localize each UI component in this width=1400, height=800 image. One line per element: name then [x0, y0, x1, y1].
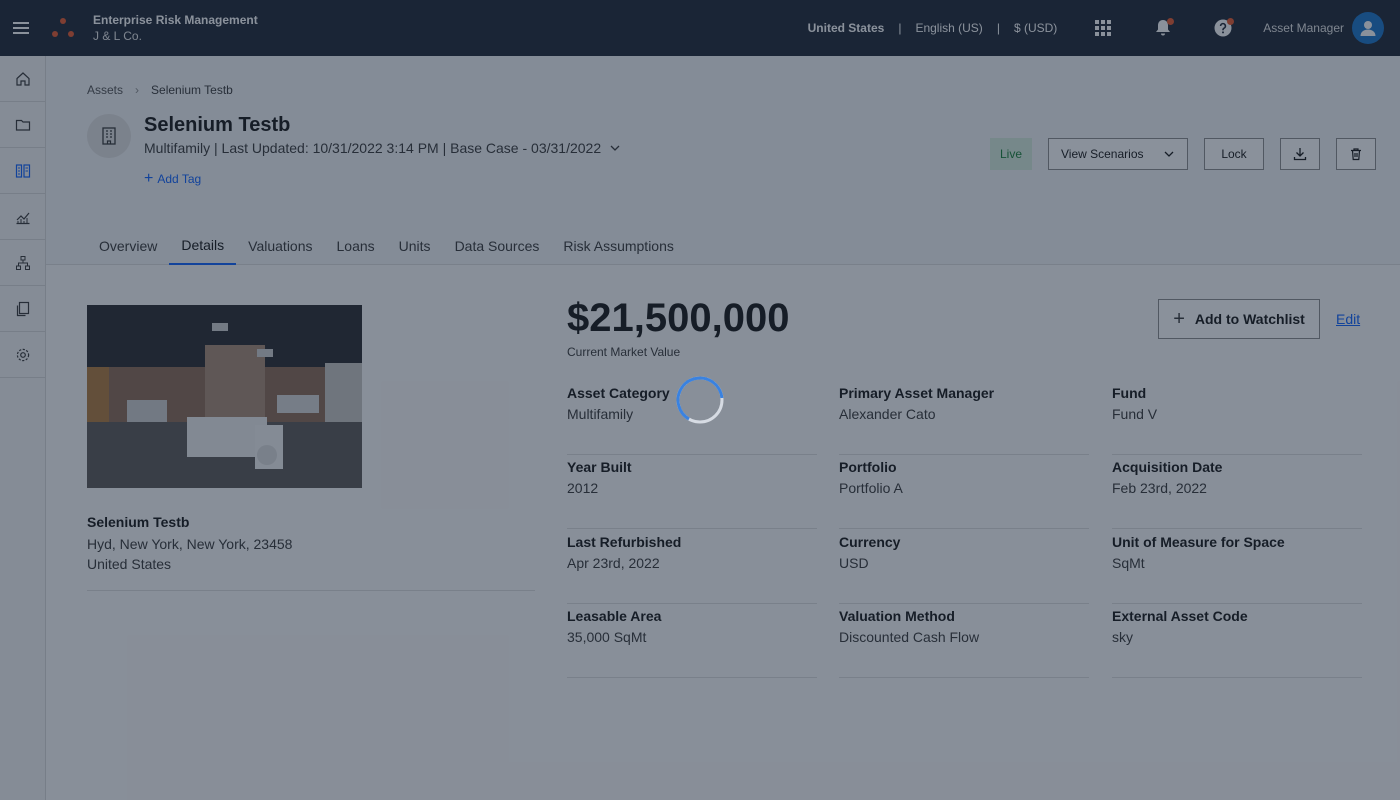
loading-spinner-icon: [676, 376, 724, 424]
loading-overlay: [0, 0, 1400, 800]
